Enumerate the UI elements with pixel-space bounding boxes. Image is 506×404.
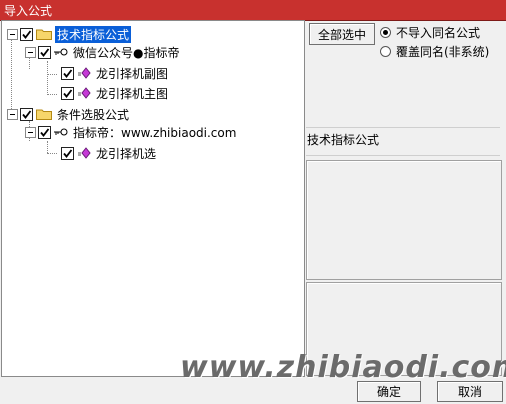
tree-node-formula-select[interactable]: 龙引择机选 bbox=[61, 144, 158, 162]
info-panel-top bbox=[306, 160, 502, 280]
checkbox-checked[interactable] bbox=[61, 86, 74, 100]
tree-connector bbox=[47, 74, 57, 75]
tree-connector bbox=[47, 141, 48, 153]
collapse-toggle-icon[interactable] bbox=[25, 46, 36, 58]
formula-diamond-icon bbox=[78, 67, 91, 79]
formula-tree[interactable]: 技术指标公式 微信公众号●指标帝 龙引择机副图 龙引择机主图 条件选股公式 指标… bbox=[1, 20, 305, 377]
tree-connector bbox=[47, 61, 48, 95]
folder-icon bbox=[36, 29, 52, 40]
tree-node-formula-main[interactable]: 龙引择机主图 bbox=[61, 84, 170, 102]
formula-diamond-icon bbox=[78, 87, 91, 99]
window-title: 导入公式 bbox=[4, 4, 53, 18]
checkbox-checked[interactable] bbox=[61, 146, 74, 160]
tree-label: 龙引择机主图 bbox=[96, 86, 169, 101]
folder-icon bbox=[36, 109, 52, 120]
title-bar: 导入公式 bbox=[0, 0, 506, 21]
divider bbox=[306, 155, 500, 156]
tree-label: 条件选股公式 bbox=[57, 107, 130, 122]
tree-label: 龙引择机副图 bbox=[96, 66, 169, 81]
radio-overwrite[interactable]: 覆盖同名(非系统) bbox=[380, 43, 489, 60]
tree-label: 龙引择机选 bbox=[96, 146, 157, 161]
tree-label: 微信公众号●指标帝 bbox=[73, 45, 180, 60]
collapse-toggle-icon[interactable] bbox=[7, 108, 18, 120]
collapse-toggle-icon[interactable] bbox=[7, 28, 18, 40]
watermark: www.zhibiaodi.com bbox=[180, 350, 506, 385]
radio-selected-icon[interactable] bbox=[380, 27, 391, 38]
tree-connector bbox=[47, 153, 57, 154]
radio-label: 不导入同名公式 bbox=[396, 26, 481, 40]
checkbox-checked[interactable] bbox=[61, 66, 74, 80]
checkbox-checked[interactable] bbox=[20, 107, 33, 121]
radio-label: 覆盖同名(非系统) bbox=[396, 45, 490, 59]
radio-unselected-icon[interactable] bbox=[380, 46, 391, 57]
formula-diamond-icon bbox=[78, 147, 91, 159]
section-label: 技术指标公式 bbox=[307, 133, 380, 147]
tree-label: 技术指标公式 bbox=[55, 25, 132, 43]
tree-node-author-wechat[interactable]: 微信公众号●指标帝 bbox=[25, 43, 181, 61]
checkbox-checked[interactable] bbox=[38, 45, 51, 59]
tree-label: 指标帝：www.zhibiaodi.com bbox=[73, 125, 237, 140]
tree-node-stock-selection[interactable]: 条件选股公式 bbox=[7, 105, 131, 123]
divider bbox=[306, 127, 500, 128]
tree-node-technical-formulas[interactable]: 技术指标公式 bbox=[7, 25, 132, 43]
key-icon bbox=[54, 48, 68, 56]
checkbox-checked[interactable] bbox=[38, 125, 51, 139]
key-icon bbox=[54, 128, 68, 136]
collapse-toggle-icon[interactable] bbox=[25, 126, 36, 138]
tree-connector bbox=[47, 94, 57, 95]
tree-node-author-site[interactable]: 指标帝：www.zhibiaodi.com bbox=[25, 123, 238, 141]
tree-node-formula-sub[interactable]: 龙引择机副图 bbox=[61, 64, 170, 82]
select-all-button[interactable]: 全部选中 bbox=[309, 23, 375, 45]
radio-no-import[interactable]: 不导入同名公式 bbox=[380, 24, 480, 41]
checkbox-checked[interactable] bbox=[20, 27, 33, 41]
